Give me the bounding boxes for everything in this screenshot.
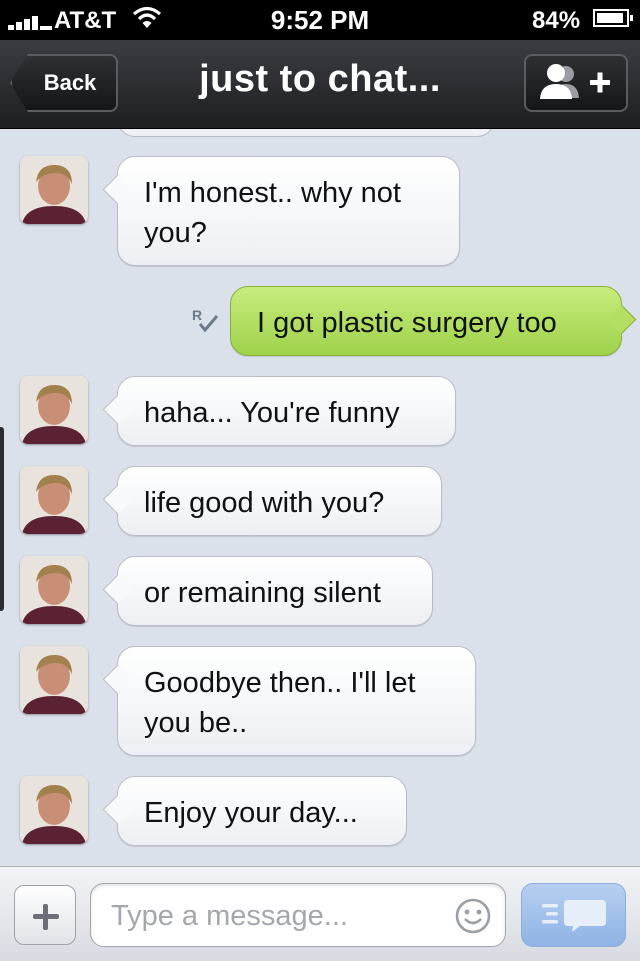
avatar[interactable] <box>20 776 88 844</box>
message-text: I got plastic surgery too <box>257 307 557 339</box>
add-contact-button[interactable] <box>524 54 628 112</box>
incoming-message-bubble[interactable]: I'm honest.. why not you? <box>117 156 460 266</box>
edge-handle <box>0 427 4 611</box>
message-text: you be.. <box>144 707 248 739</box>
send-icon <box>542 900 606 932</box>
avatar[interactable] <box>20 646 88 714</box>
previous-message-bubble <box>117 129 495 137</box>
avatar[interactable] <box>20 156 88 224</box>
message-list[interactable]: I'm honest.. why not you? R I got plasti… <box>0 129 640 866</box>
status-bar: AT&T 9:52 PM 84% <box>0 0 640 40</box>
message-text: you? <box>144 217 207 249</box>
message-field[interactable] <box>90 883 506 947</box>
battery-icon <box>593 9 633 27</box>
outgoing-message-bubble[interactable]: I got plastic surgery too <box>230 286 622 356</box>
message-text: Goodbye then.. I'll let <box>144 667 416 699</box>
plus-icon[interactable] <box>14 885 76 945</box>
message-text: life good with you? <box>144 487 385 519</box>
message-text: I'm honest.. why not <box>144 177 401 209</box>
send-button[interactable] <box>521 883 626 947</box>
add-contact-icon <box>540 64 610 99</box>
incoming-message-bubble[interactable]: Enjoy your day... <box>117 776 407 846</box>
message-text: haha... You're funny <box>144 397 400 429</box>
smiley-icon[interactable] <box>454 897 492 935</box>
conversation-title: just to chat... <box>199 58 441 100</box>
battery-percent: 84% <box>532 7 581 34</box>
avatar[interactable] <box>20 466 88 534</box>
message-input[interactable] <box>109 894 443 938</box>
composer-bar <box>0 866 640 961</box>
read-receipt-icon: R <box>192 307 219 333</box>
incoming-message-bubble[interactable]: life good with you? <box>117 466 442 536</box>
message-text: or remaining silent <box>144 577 381 609</box>
incoming-message-bubble[interactable]: Goodbye then.. I'll let you be.. <box>117 646 476 756</box>
message-text: Enjoy your day... <box>144 797 358 829</box>
avatar[interactable] <box>20 556 88 624</box>
svg-text:R: R <box>192 307 202 323</box>
incoming-message-bubble[interactable]: haha... You're funny <box>117 376 456 446</box>
back-button[interactable]: Back <box>10 54 118 112</box>
avatar[interactable] <box>20 376 88 444</box>
navigation-bar: Back just to chat... <box>0 40 640 129</box>
incoming-message-bubble[interactable]: or remaining silent <box>117 556 433 626</box>
